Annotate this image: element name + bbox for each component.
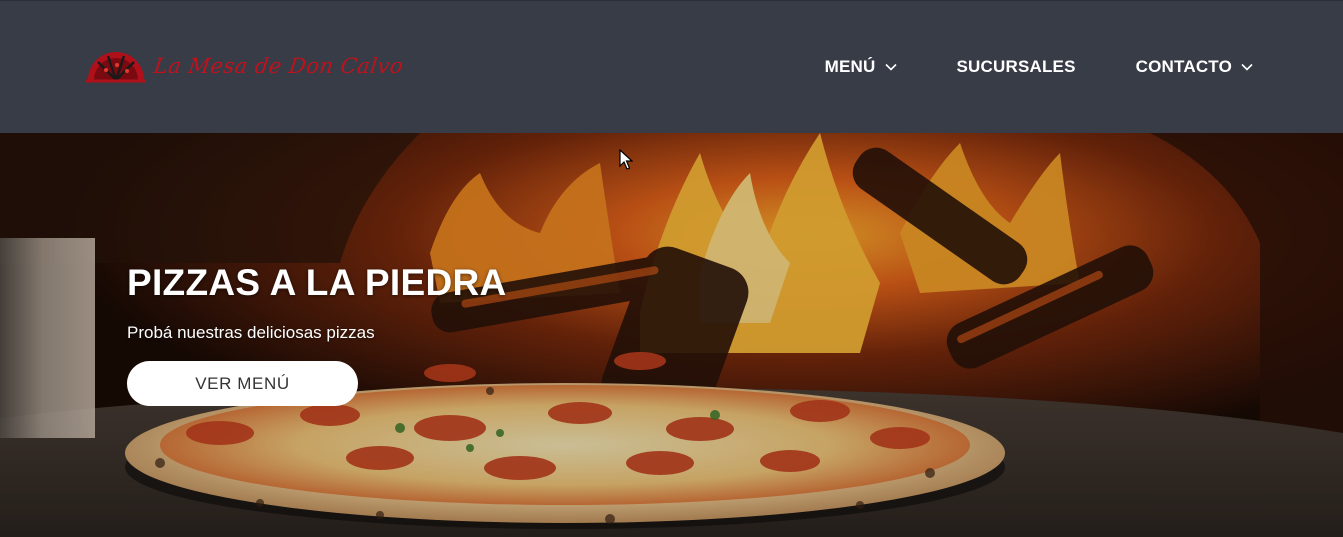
nav-item-sucursales[interactable]: SUCURSALES xyxy=(957,57,1076,77)
site-header: La Mesa de Don Calvo MENÚ SUCURSALES CON… xyxy=(0,0,1343,133)
chevron-down-icon xyxy=(1241,63,1253,71)
logo-text: La Mesa de Don Calvo xyxy=(152,54,405,78)
pizza-slice-logo-icon xyxy=(86,52,146,83)
nav-item-contacto-label: CONTACTO xyxy=(1135,57,1232,76)
page: La Mesa de Don Calvo MENÚ SUCURSALES CON… xyxy=(0,0,1343,537)
nav-item-contacto[interactable]: CONTACTO xyxy=(1136,57,1253,77)
hero-banner: PIZZAS A LA PIEDRA Probá nuestras delici… xyxy=(0,133,1343,537)
hero-subtitle: Probá nuestras deliciosas pizzas xyxy=(127,323,375,342)
nav-item-menu[interactable]: MENÚ xyxy=(825,57,897,77)
hero-title: PIZZAS A LA PIEDRA xyxy=(127,262,507,303)
chevron-down-icon xyxy=(884,63,897,71)
ver-menu-button[interactable]: VER MENÚ xyxy=(127,361,358,406)
mouse-pointer-icon xyxy=(619,149,633,170)
main-nav: MENÚ SUCURSALES CONTACTO xyxy=(825,53,1253,81)
site-logo[interactable]: La Mesa de Don Calvo xyxy=(84,45,424,87)
hero-content: PIZZAS A LA PIEDRA Probá nuestras delici… xyxy=(127,262,507,406)
nav-item-sucursales-label: SUCURSALES xyxy=(956,57,1076,76)
nav-item-menu-label: MENÚ xyxy=(824,57,876,76)
